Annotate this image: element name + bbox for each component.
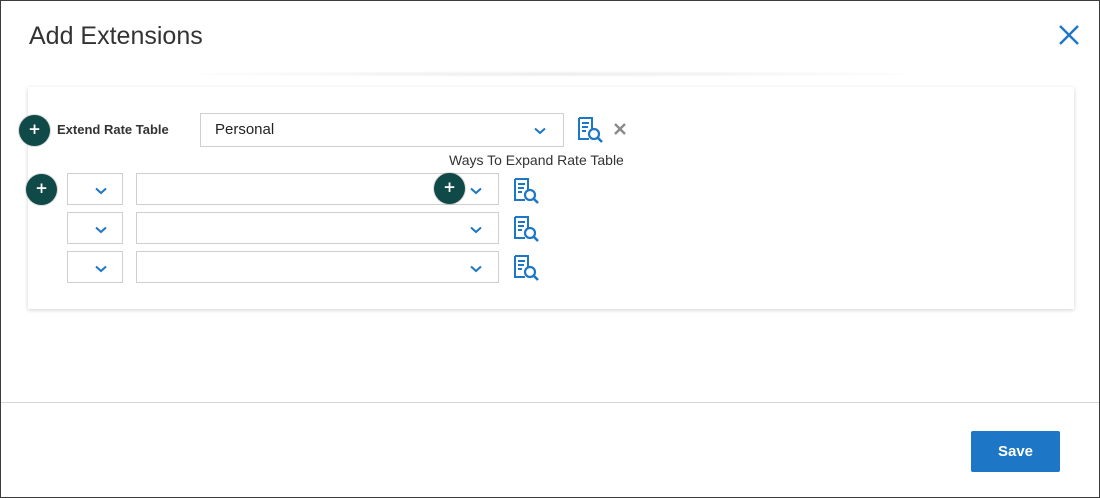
document-search-icon[interactable]	[577, 117, 603, 143]
way-type-select-3[interactable]	[67, 251, 123, 283]
chevron-down-icon	[470, 265, 482, 273]
way-value-select-2[interactable]	[136, 212, 499, 244]
header-divider-shadow	[151, 71, 951, 77]
add-extend-rate-table-button[interactable]: +	[19, 115, 50, 146]
document-search-icon[interactable]	[513, 216, 539, 242]
close-icon[interactable]	[1055, 21, 1083, 49]
way-type-select-2[interactable]	[67, 212, 123, 244]
chevron-down-icon	[470, 226, 482, 234]
chevron-down-icon	[470, 187, 482, 195]
ways-to-expand-label: Ways To Expand Rate Table	[449, 152, 624, 168]
document-search-icon[interactable]	[513, 178, 539, 204]
way-type-select-1[interactable]	[67, 173, 123, 205]
plus-icon: +	[28, 120, 41, 138]
chevron-down-icon	[534, 127, 546, 135]
add-way-value-button[interactable]: +	[434, 173, 465, 204]
extend-rate-table-value: Personal	[215, 121, 275, 138]
dialog-title: Add Extensions	[29, 22, 203, 50]
add-way-button[interactable]: +	[26, 174, 57, 205]
plus-icon: +	[35, 179, 48, 197]
remove-extension-icon[interactable]	[613, 122, 627, 136]
add-extensions-dialog: Add Extensions + Extend Rate Table Perso…	[0, 0, 1100, 498]
extend-rate-table-select[interactable]: Personal	[200, 113, 564, 147]
chevron-down-icon	[95, 265, 107, 273]
chevron-down-icon	[95, 187, 107, 195]
plus-icon: +	[443, 178, 456, 196]
save-button[interactable]: Save	[971, 431, 1060, 472]
chevron-down-icon	[95, 226, 107, 234]
document-search-icon[interactable]	[513, 255, 539, 281]
way-value-select-3[interactable]	[136, 251, 499, 283]
extend-rate-table-label: Extend Rate Table	[57, 122, 169, 137]
footer-divider	[1, 402, 1099, 403]
